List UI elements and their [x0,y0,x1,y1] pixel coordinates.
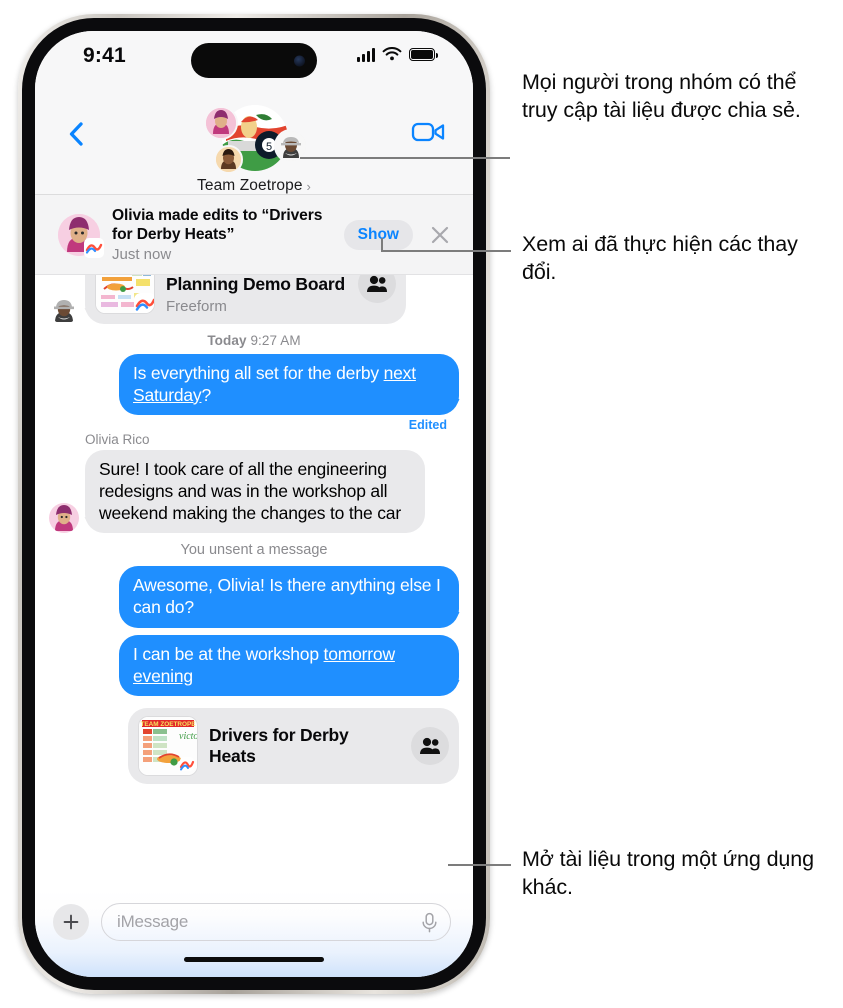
front-camera-icon [294,55,305,66]
battery-full-icon [409,48,438,61]
message-text: I can be at the workshop [133,643,324,664]
message-row-olivia-reply: Sure! I took care of all the engineering… [35,450,473,534]
shared-doc-title-top: Soapbox Derby Planning Demo Board [166,275,345,294]
message-text: Is everything all set for the derby [133,363,384,383]
sender-name-label: Olivia Rico [85,432,150,448]
phone-screen: 9:41 5 Team Zoetrope › Olivia made edits… [35,31,473,977]
group-avatar-cluster: 5 [196,103,312,175]
wifi-icon [382,47,402,61]
member-avatar-olivia [204,106,238,140]
collaborators-button-bottom[interactable] [411,727,449,766]
dynamic-island [191,43,317,78]
banner-text: Olivia made edits to “Drivers for Derby … [112,206,344,263]
message-row-derby-question: Is everything all set for the derby next… [35,354,473,416]
svg-text:TEAM ZOETROPE: TEAM ZOETROPE [140,721,196,728]
leader-line-2 [381,250,511,252]
shared-doc-card-top[interactable]: Soapbox Derby Planning Demo Board Freefo… [84,275,406,324]
status-bar-clock: 9:41 [83,44,126,67]
svg-text:5: 5 [266,141,272,153]
close-icon [431,226,449,243]
message-bubble-workshop[interactable]: I can be at the workshop tomorrow evenin… [119,634,460,697]
cellular-bars-icon [357,47,375,62]
leader-line-3 [448,864,511,866]
people-icon [420,738,440,755]
bubble-tail [448,680,464,696]
freeform-board-thumbnail [96,275,154,313]
freeform-badge-icon [84,237,104,258]
show-button[interactable]: Show [343,219,413,250]
timestamp-day: Today [207,333,247,348]
group-header[interactable]: 5 Team Zoetrope › [35,103,473,195]
banner-title: Olivia made edits to “Drivers for Derby … [112,206,323,243]
shared-doc-card-bottom[interactable]: TEAM ZOETROPE vict Drivers for Derby Hea… [128,708,459,785]
message-row-shared-doc-bottom: TEAM ZOETROPE vict Drivers for Derby Hea… [35,708,473,785]
message-bubble-olivia-reply[interactable]: Sure! I took care of all the engineering… [84,450,425,534]
member-avatar-member2 [214,145,243,174]
sender-avatar-memoji [49,294,79,324]
plus-icon [63,914,79,930]
chevron-right-icon: › [306,178,311,194]
message-row-shared-doc-top: Soapbox Derby Planning Demo Board Freefo… [35,275,473,324]
compose-bar: iMessage [35,889,473,977]
iphone-frame: 9:41 5 Team Zoetrope › Olivia made edits… [18,14,490,994]
screenshot-stage: 9:41 5 Team Zoetrope › Olivia made edits… [0,0,843,1008]
banner-avatar [58,213,104,258]
add-attachment-button[interactable] [53,904,89,940]
message-bubble-awesome[interactable]: Awesome, Olivia! Is there anything else … [119,566,460,628]
dismiss-banner-button[interactable] [427,222,453,248]
group-name[interactable]: Team Zoetrope › [197,177,311,195]
message-row-awesome: Awesome, Olivia! Is there anything else … [35,566,473,628]
timestamp-time: 9:27 AM [250,333,301,348]
bubble-tail [80,308,96,324]
olivia-avatar [49,503,79,534]
freeform-app-icon [134,293,154,313]
callout-shared-doc-access: Mọi người trong nhóm có thể truy cập tài… [522,70,801,123]
message-text: Sure! I took care of all the engineering… [99,459,401,523]
people-icon [367,275,387,292]
group-name-label: Team Zoetrope [197,177,303,194]
message-input[interactable]: iMessage [101,903,451,941]
microphone-icon[interactable] [421,912,438,933]
shared-doc-meta-bottom: Drivers for Derby Heats [209,725,399,767]
status-bar-indicators [357,47,438,62]
message-text-after: ? [201,384,211,405]
banner-timestamp: Just now [112,246,172,264]
unsent-message-notice: You unsent a message [180,542,328,559]
bubble-tail [448,611,464,628]
leader-line-1 [300,157,510,159]
callout-see-who-changed: Xem ai đã thực hiện các thay đổi. [522,232,798,285]
bubble-tail [80,517,96,533]
shared-doc-app-top: Freeform [166,298,227,315]
shared-doc-title-bottom: Drivers for Derby Heats [209,725,349,767]
edited-label: Edited [408,418,447,433]
status-bar: 9:41 [35,31,473,79]
message-bubble-derby-question[interactable]: Is everything all set for the derby next… [119,354,460,416]
callout-open-in-other-app: Mở tài liệu trong một ứng dụng khác. [522,847,815,900]
collaborators-button-top[interactable] [358,275,396,303]
svg-text:victory!: victory! [179,731,197,742]
collaboration-banner[interactable]: Olivia made edits to “Drivers for Derby … [35,195,473,275]
conversation-timestamp: Today 9:27 AM [35,324,473,354]
message-text: Awesome, Olivia! Is there anything else … [133,575,441,618]
message-list[interactable]: Soapbox Derby Planning Demo Board Freefo… [35,275,473,889]
bubble-tail [448,399,464,415]
home-indicator [184,956,324,962]
conversation-header: 9:41 5 Team Zoetrope › [35,31,473,195]
message-input-placeholder: iMessage [117,912,189,931]
message-row-workshop: I can be at the workshop tomorrow evenin… [35,634,473,697]
team-zoetrope-victory-thumbnail: TEAM ZOETROPE vict [139,717,197,776]
shared-doc-meta-top: Soapbox Derby Planning Demo Board Freefo… [166,275,346,315]
